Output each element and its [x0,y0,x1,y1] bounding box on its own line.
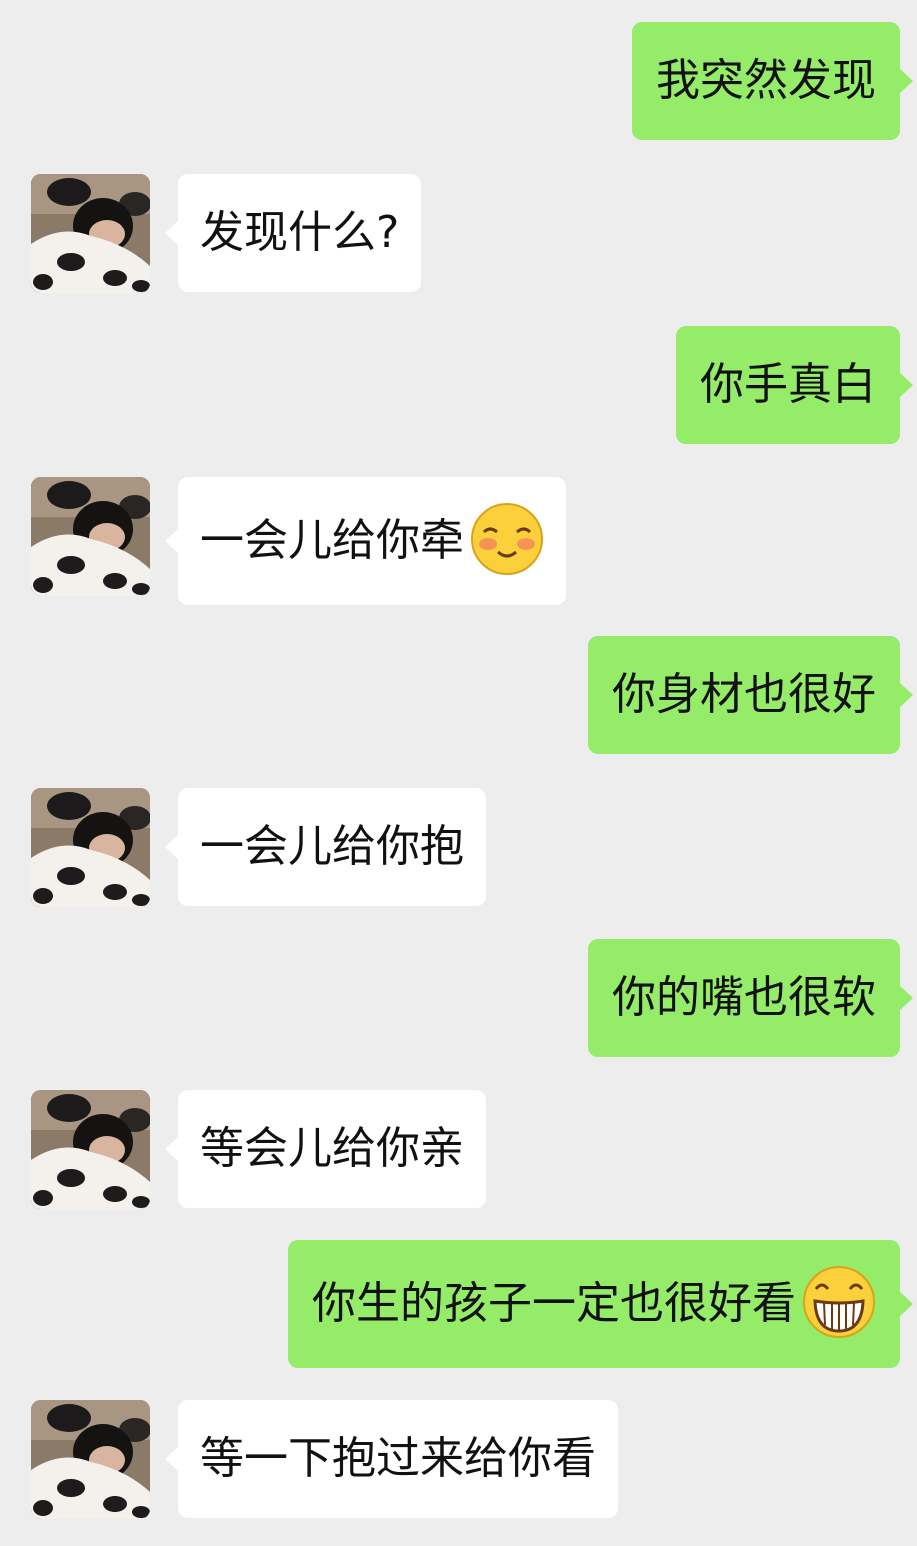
grin-emoji-icon [803,1266,875,1338]
message-text: 我突然发现 [656,55,876,106]
message-text: 发现什么? [200,207,400,258]
chat-message-list[interactable]: 我突然发现 发现什么? 你手真白 一会儿给你牵 你身材也很好 一会儿给你抱 你的… [0,0,917,1546]
message-text: 等会儿给你亲 [200,1123,464,1174]
avatar-image [31,174,150,293]
contact-avatar[interactable] [31,477,150,596]
avatar-image [31,788,150,907]
message-text: 一会儿给你抱 [200,821,464,872]
message-text: 一会儿给你牵 [200,515,464,566]
message-text: 等一下抱过来给你看 [200,1433,596,1484]
avatar-image [31,1090,150,1209]
outgoing-message-bubble[interactable]: 我突然发现 [632,22,913,140]
contact-avatar[interactable] [31,174,150,293]
contact-avatar[interactable] [31,1090,150,1209]
outgoing-message-bubble[interactable]: 你手真白 [676,326,913,444]
incoming-message-bubble[interactable]: 等一下抱过来给你看 [165,1400,618,1518]
incoming-message-bubble[interactable]: 等会儿给你亲 [165,1090,486,1208]
outgoing-message-bubble[interactable]: 你的嘴也很软 [588,939,913,1057]
shy-smile-emoji-icon [471,503,543,575]
outgoing-message-bubble[interactable]: 你身材也很好 [588,636,913,754]
message-text: 你生的孩子一定也很好看 [312,1278,796,1329]
message-text: 你手真白 [700,359,876,410]
avatar-image [31,1400,150,1519]
avatar-image [31,477,150,596]
incoming-message-bubble[interactable]: 一会儿给你牵 [165,477,566,605]
outgoing-message-bubble[interactable]: 你生的孩子一定也很好看 [288,1240,913,1368]
message-text: 你身材也很好 [612,669,876,720]
message-text: 你的嘴也很软 [612,972,876,1023]
incoming-message-bubble[interactable]: 发现什么? [164,174,422,292]
contact-avatar[interactable] [31,788,150,907]
contact-avatar[interactable] [31,1400,150,1519]
incoming-message-bubble[interactable]: 一会儿给你抱 [165,788,486,906]
